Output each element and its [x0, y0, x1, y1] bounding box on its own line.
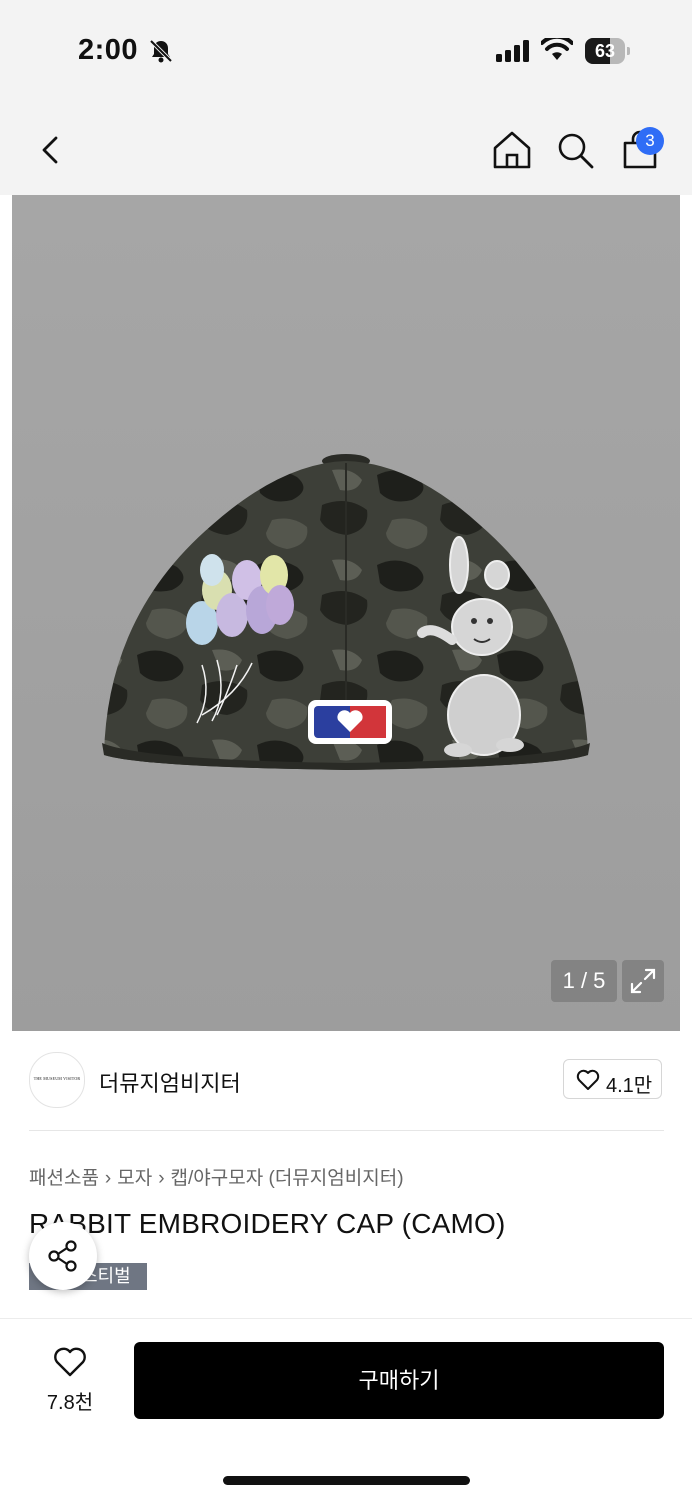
breadcrumb: 패션소품 › 모자 › 캡/야구모자 (더뮤지엄비지터): [29, 1163, 404, 1190]
brand-logo[interactable]: THE MUSEUM VISITOR: [29, 1052, 85, 1108]
signal-icon: [496, 40, 529, 62]
chevron-right-icon: ›: [104, 1168, 112, 1189]
product-image: [102, 454, 590, 770]
divider: [29, 1130, 664, 1131]
home-icon[interactable]: [490, 128, 534, 172]
heart-icon: [54, 1347, 86, 1377]
status-bar: 2:00 63: [0, 0, 692, 100]
cart-count-badge: 3: [636, 127, 664, 155]
expand-icon: [630, 968, 656, 994]
chevron-right-icon: ›: [158, 1168, 165, 1189]
battery-percent: 63: [594, 41, 616, 61]
brand-like-count: 4.1만: [606, 1075, 653, 1097]
wishlist-button[interactable]: 7.8천: [30, 1340, 110, 1420]
status-time: 2:00: [78, 34, 139, 66]
product-title: RABBIT EMBROIDERY CAP (CAMO): [29, 1208, 506, 1239]
search-icon[interactable]: [553, 128, 597, 172]
brand-name[interactable]: 더뮤지엄비지터: [99, 1066, 241, 1098]
breadcrumb-item[interactable]: 패션소품: [29, 1168, 99, 1189]
battery-icon: 63: [585, 38, 631, 64]
product-image-gallery[interactable]: 1 / 5: [12, 195, 680, 1031]
heart-icon: [576, 1069, 600, 1090]
bell-slash-icon: [149, 39, 173, 63]
brand-like-button[interactable]: 4.1만: [563, 1059, 662, 1099]
wishlist-count: 7.8천: [46, 1392, 94, 1414]
share-button[interactable]: [29, 1222, 97, 1290]
breadcrumb-item[interactable]: 캡/야구모자 (더뮤지엄비지터): [171, 1168, 404, 1189]
back-icon[interactable]: [30, 130, 70, 170]
breadcrumb-item[interactable]: 모자: [117, 1168, 152, 1189]
buy-button[interactable]: 구매하기: [134, 1342, 664, 1419]
bottom-bar-divider: [0, 1318, 692, 1319]
wifi-icon: [541, 38, 573, 60]
share-icon: [48, 1240, 77, 1272]
image-page-counter: 1 / 5: [551, 960, 617, 1002]
home-indicator: [223, 1476, 470, 1485]
top-nav-bar: [0, 100, 692, 195]
expand-button[interactable]: [622, 960, 664, 1002]
